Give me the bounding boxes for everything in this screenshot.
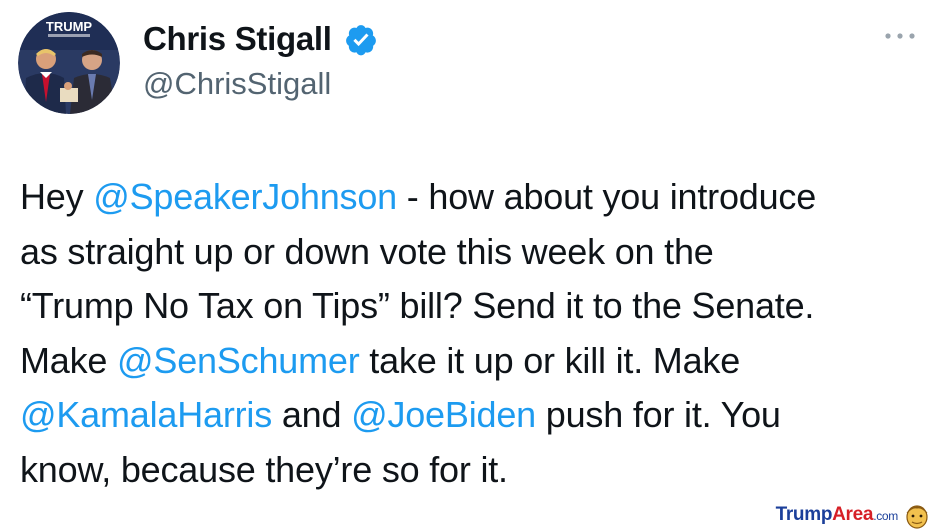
watermark-text: TrumpArea.com: [775, 504, 899, 526]
avatar-image: TRUMP: [18, 12, 120, 114]
tweet-text-segment: push for it. You: [535, 394, 781, 435]
mention-link[interactable]: @KamalaHarris: [20, 394, 272, 435]
avatar[interactable]: TRUMP: [18, 12, 120, 114]
user-handle[interactable]: @ChrisStigall: [143, 66, 331, 102]
tweet-text-segment: - how about you introduce: [396, 176, 817, 217]
tweet-text-line: know, because they’re so for it.: [20, 443, 930, 498]
tweet-text-line: “Trump No Tax on Tips” bill? Send it to …: [20, 279, 930, 334]
mention-link[interactable]: @SpeakerJohnson: [93, 176, 397, 217]
avatar-banner-text: TRUMP: [46, 19, 93, 34]
tweet-text: Hey @SpeakerJohnson - how about you intr…: [20, 170, 930, 497]
tweet-text-segment: take it up or kill it. Make: [359, 339, 741, 381]
verified-badge-icon: [346, 25, 376, 56]
watermark-suffix: .com: [873, 509, 898, 523]
tweet-text-line: @KamalaHarris and @JoeBiden push for it.…: [20, 388, 930, 443]
tweet-text-segment: know, because they’re so for it.: [20, 448, 508, 490]
cartoon-face-icon: [906, 505, 928, 529]
tweet-text-segment: Make: [20, 339, 118, 381]
watermark-part2: Area: [832, 504, 874, 525]
tweet-text-segment: “Trump No Tax on Tips” bill? Send it to …: [20, 285, 815, 326]
display-name[interactable]: Chris Stigall: [143, 20, 332, 58]
mention-link[interactable]: @JoeBiden: [351, 394, 536, 435]
tweet-card: TRUMP Chris Stigall @ChrisStigall Hey @S…: [0, 0, 940, 531]
watermark-part1: Trump: [775, 504, 833, 525]
site-watermark: TrumpArea.com: [776, 501, 930, 529]
tweet-text-segment: as straight up or down vote this week on…: [20, 230, 714, 272]
more-horizontal-icon[interactable]: [880, 28, 920, 44]
tweet-text-line: Make @SenSchumer take it up or kill it. …: [20, 334, 930, 389]
tweet-text-line: as straight up or down vote this week on…: [20, 225, 930, 280]
tweet-text-segment: and: [272, 394, 352, 435]
tweet-text-segment: Hey: [20, 176, 94, 217]
mention-link[interactable]: @SenSchumer: [117, 340, 360, 381]
tweet-text-line: Hey @SpeakerJohnson - how about you intr…: [20, 170, 930, 225]
